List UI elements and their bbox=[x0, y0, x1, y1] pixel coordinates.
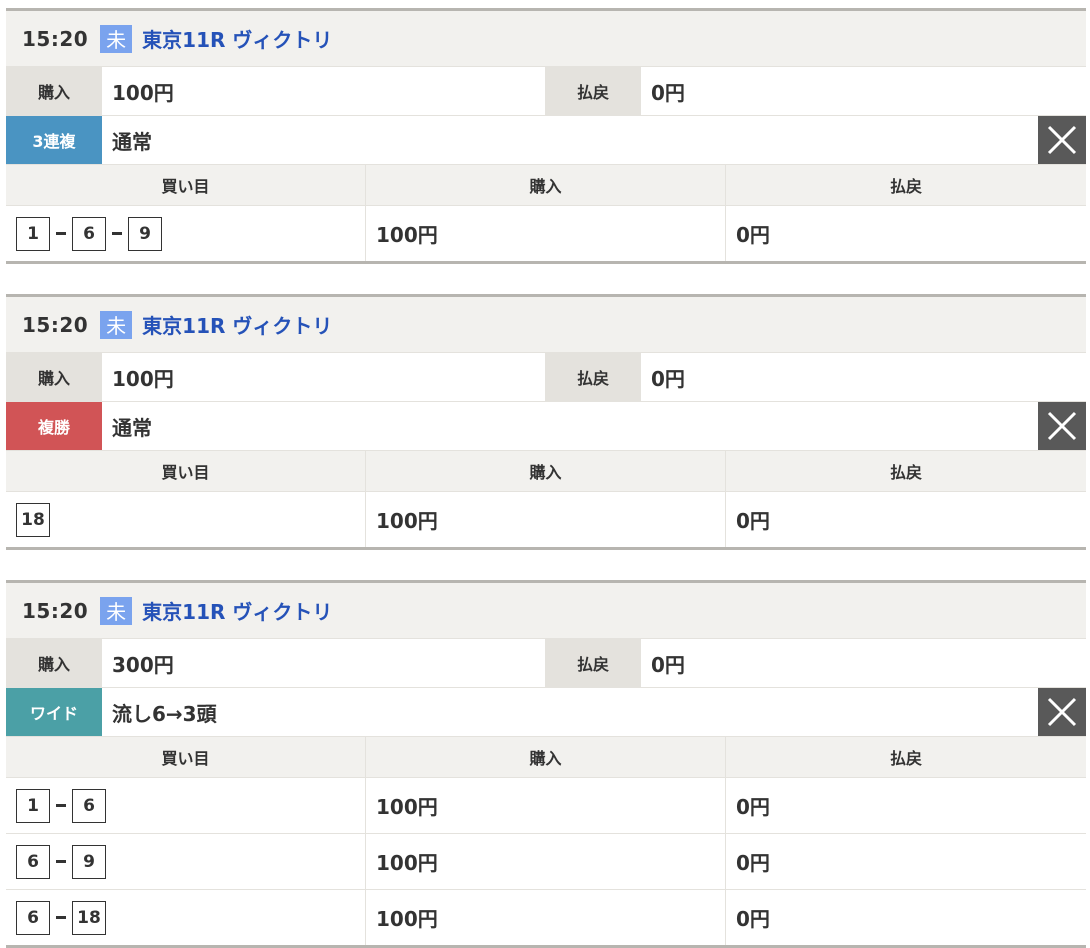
combo-cell: 1 6 bbox=[6, 778, 366, 833]
payout-value: 0円 bbox=[641, 67, 1086, 115]
race-time: 15:20 bbox=[22, 26, 89, 51]
col-payout: 払戻 bbox=[889, 177, 922, 196]
race-link[interactable]: 東京11R ヴィクトリ bbox=[142, 310, 332, 339]
combo-cell: 6 9 bbox=[6, 834, 366, 889]
status-badge: 未 bbox=[100, 310, 133, 339]
status-badge: 未 bbox=[100, 24, 133, 53]
row-purchase: 100円 bbox=[366, 206, 726, 261]
row-purchase: 100円 bbox=[366, 778, 726, 833]
card-header: 15:20 未 東京11R ヴィクトリ bbox=[6, 8, 1086, 66]
col-purchase: 購入 bbox=[366, 165, 726, 205]
row-purchase: 100円 bbox=[366, 890, 726, 945]
table-row: 18 100円 0円 bbox=[6, 491, 1086, 547]
summary-row: 購入 300円 払戻 0円 bbox=[6, 638, 1086, 687]
col-combo: 買い目 bbox=[6, 737, 366, 777]
dash-separator bbox=[112, 232, 122, 235]
col-combo: 買い目 bbox=[6, 165, 366, 205]
row-payout: 0円 bbox=[736, 907, 770, 931]
row-payout: 0円 bbox=[736, 851, 770, 875]
combo-cell: 1 6 9 bbox=[6, 206, 366, 261]
bet-card: 15:20 未 東京11R ヴィクトリ 購入 300円 払戻 0円 ワイド 流し… bbox=[6, 580, 1086, 948]
horse-number: 6 bbox=[72, 216, 106, 251]
horse-number: 18 bbox=[16, 502, 50, 537]
bet-type-row: ワイド 流し6→3頭 bbox=[6, 687, 1086, 736]
row-payout: 0円 bbox=[736, 795, 770, 819]
payout-label: 払戻 bbox=[545, 353, 641, 401]
horse-number: 6 bbox=[16, 844, 50, 879]
bet-type-badge: ワイド bbox=[6, 688, 102, 736]
col-combo: 買い目 bbox=[6, 451, 366, 491]
purchase-value: 100円 bbox=[102, 67, 545, 115]
col-payout: 払戻 bbox=[889, 749, 922, 768]
table-row: 1 6 100円 0円 bbox=[6, 777, 1086, 833]
dash-separator bbox=[56, 916, 66, 919]
table-row: 6 18 100円 0円 bbox=[6, 889, 1086, 945]
combo-cell: 6 18 bbox=[6, 890, 366, 945]
col-purchase: 購入 bbox=[366, 737, 726, 777]
horse-number: 9 bbox=[128, 216, 162, 251]
purchase-label: 購入 bbox=[6, 353, 102, 401]
payout-label: 払戻 bbox=[545, 639, 641, 687]
horse-number: 1 bbox=[16, 788, 50, 823]
combo-cell: 18 bbox=[6, 492, 366, 547]
col-purchase: 購入 bbox=[366, 451, 726, 491]
payout-value: 0円 bbox=[641, 353, 1086, 401]
status-badge: 未 bbox=[100, 596, 133, 625]
dash-separator bbox=[56, 860, 66, 863]
table-header: 買い目 購入 払戻 bbox=[6, 736, 1086, 777]
summary-row: 購入 100円 払戻 0円 bbox=[6, 66, 1086, 115]
close-icon bbox=[1047, 697, 1077, 727]
purchase-label: 購入 bbox=[6, 67, 102, 115]
summary-row: 購入 100円 払戻 0円 bbox=[6, 352, 1086, 401]
bet-card: 15:20 未 東京11R ヴィクトリ 購入 100円 払戻 0円 3連複 通常… bbox=[6, 8, 1086, 264]
bet-method: 流し6→3頭 bbox=[112, 701, 217, 726]
bet-type-row: 複勝 通常 bbox=[6, 401, 1086, 450]
close-icon bbox=[1047, 125, 1077, 155]
race-link[interactable]: 東京11R ヴィクトリ bbox=[142, 24, 332, 53]
horse-number: 9 bbox=[72, 844, 106, 879]
delete-button[interactable] bbox=[1038, 402, 1086, 450]
table-header: 買い目 購入 払戻 bbox=[6, 450, 1086, 491]
delete-button[interactable] bbox=[1038, 688, 1086, 736]
purchase-value: 300円 bbox=[102, 639, 545, 687]
bet-type-badge: 3連複 bbox=[6, 116, 102, 164]
col-payout: 払戻 bbox=[889, 463, 922, 482]
row-purchase: 100円 bbox=[366, 492, 726, 547]
row-purchase: 100円 bbox=[366, 834, 726, 889]
race-time: 15:20 bbox=[22, 312, 89, 337]
bet-type-badge: 複勝 bbox=[6, 402, 102, 450]
payout-label: 払戻 bbox=[545, 67, 641, 115]
row-payout: 0円 bbox=[736, 509, 770, 533]
dash-separator bbox=[56, 804, 66, 807]
payout-value: 0円 bbox=[641, 639, 1086, 687]
purchase-value: 100円 bbox=[102, 353, 545, 401]
row-payout: 0円 bbox=[736, 223, 770, 247]
bet-method: 通常 bbox=[112, 415, 152, 440]
card-header: 15:20 未 東京11R ヴィクトリ bbox=[6, 294, 1086, 352]
horse-number: 1 bbox=[16, 216, 50, 251]
table-header: 買い目 購入 払戻 bbox=[6, 164, 1086, 205]
delete-button[interactable] bbox=[1038, 116, 1086, 164]
race-link[interactable]: 東京11R ヴィクトリ bbox=[142, 596, 332, 625]
table-row: 1 6 9 100円 0円 bbox=[6, 205, 1086, 261]
purchase-label: 購入 bbox=[6, 639, 102, 687]
horse-number: 6 bbox=[16, 900, 50, 935]
bet-card: 15:20 未 東京11R ヴィクトリ 購入 100円 払戻 0円 複勝 通常 … bbox=[6, 294, 1086, 550]
horse-number: 6 bbox=[72, 788, 106, 823]
close-icon bbox=[1047, 411, 1077, 441]
card-header: 15:20 未 東京11R ヴィクトリ bbox=[6, 580, 1086, 638]
table-row: 6 9 100円 0円 bbox=[6, 833, 1086, 889]
horse-number: 18 bbox=[72, 900, 106, 935]
race-time: 15:20 bbox=[22, 598, 89, 623]
bet-type-row: 3連複 通常 bbox=[6, 115, 1086, 164]
bet-method: 通常 bbox=[112, 129, 152, 154]
dash-separator bbox=[56, 232, 66, 235]
